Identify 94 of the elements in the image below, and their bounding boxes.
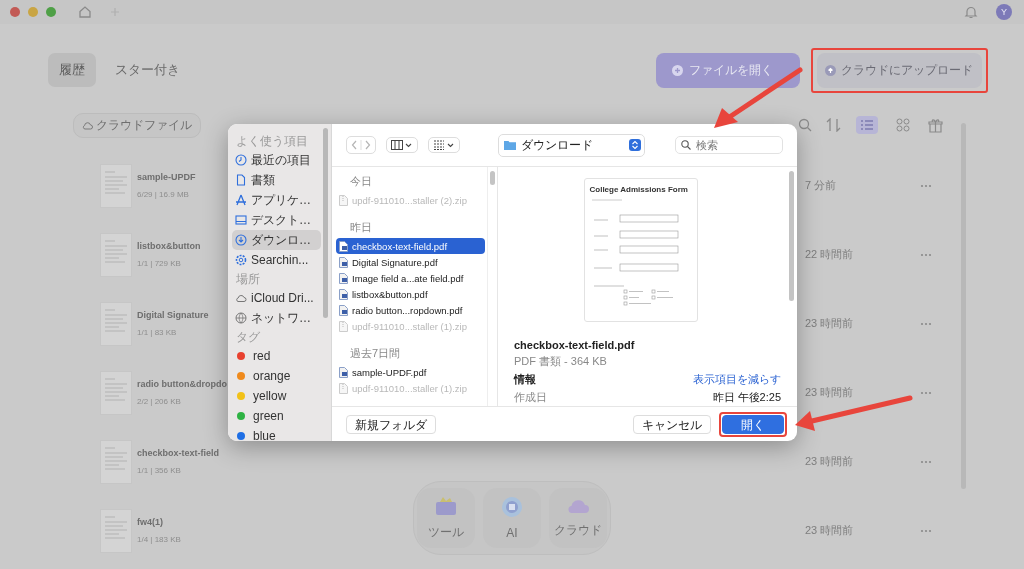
- column-view-button[interactable]: [386, 137, 418, 153]
- grid-icon: [896, 118, 910, 132]
- zip-file-icon: [339, 194, 348, 206]
- modified-time: 23 時間前: [805, 316, 854, 331]
- file-item[interactable]: Digital Signature.pdf: [336, 254, 485, 270]
- list-view-button[interactable]: [856, 116, 878, 134]
- dialog-button[interactable]: 開く: [722, 414, 784, 434]
- file-item[interactable]: radio button...ropdown.pdf: [336, 302, 485, 318]
- pdf-file-icon: [339, 288, 348, 300]
- sidebar-item[interactable]: blue: [232, 426, 321, 441]
- group-heading: 過去7日間: [349, 345, 402, 361]
- ai-icon: [501, 496, 523, 518]
- sidebar-item[interactable]: red: [232, 346, 321, 366]
- gear-icon: [235, 254, 247, 266]
- sidebar-item[interactable]: iCloud Dri...: [232, 288, 321, 308]
- desktop-icon: [235, 214, 247, 226]
- bell-icon[interactable]: [964, 5, 978, 19]
- tab[interactable]: 履歴: [48, 53, 96, 87]
- show-less-link[interactable]: 表示項目を減らす: [693, 372, 781, 387]
- dialog-button[interactable]: キャンセル: [633, 414, 711, 434]
- sidebar-item[interactable]: green: [232, 406, 321, 426]
- home-icon[interactable]: [78, 5, 92, 19]
- zip-file-icon: [339, 382, 348, 394]
- more-icon[interactable]: [920, 528, 932, 533]
- location-dropdown[interactable]: ダウンロード: [498, 133, 645, 157]
- more-icon[interactable]: [920, 183, 932, 188]
- toolbox-icon: [435, 495, 457, 516]
- modified-time: 7 分前: [805, 178, 837, 193]
- group-heading: 今日: [349, 173, 373, 189]
- search-field[interactable]: 検索: [675, 136, 783, 154]
- pdf-file-icon: [339, 304, 348, 316]
- pdf-file-icon: [339, 272, 348, 284]
- updown-icon: [629, 139, 641, 151]
- document-icon: [235, 174, 247, 186]
- sidebar-heading: タグ: [235, 328, 261, 346]
- folder-icon: [504, 140, 516, 150]
- file-item[interactable]: Image field a...ate field.pdf: [336, 270, 485, 286]
- group-view-button[interactable]: [428, 137, 460, 153]
- pdf-file-icon: [339, 256, 348, 268]
- close-button[interactable]: [10, 7, 20, 17]
- file-name: checkbox-text-field.pdf: [514, 339, 636, 351]
- maximize-button[interactable]: [46, 7, 56, 17]
- search-icon: [681, 140, 691, 150]
- pdf-file-icon: [339, 366, 348, 378]
- file-item[interactable]: checkbox-text-field.pdf: [336, 238, 485, 254]
- upload-icon: [825, 64, 836, 76]
- modified-time: 23 時間前: [805, 454, 854, 469]
- info-label: 作成日: [514, 390, 547, 405]
- list-icon: [860, 119, 874, 131]
- sidebar-item[interactable]: 書類: [232, 170, 321, 190]
- tab[interactable]: スター付き: [104, 53, 191, 87]
- zip-file-icon: [339, 320, 348, 332]
- search-icon[interactable]: [798, 118, 812, 132]
- scrollbar[interactable]: [789, 171, 794, 301]
- sidebar-item[interactable]: Searchin...: [232, 250, 321, 270]
- download-icon: [235, 234, 247, 246]
- sort-icon[interactable]: [826, 118, 842, 132]
- group-heading: 昨日: [349, 219, 373, 235]
- more-icon[interactable]: [920, 459, 932, 464]
- modified-time: 23 時間前: [805, 385, 854, 400]
- apps-icon: [235, 194, 247, 206]
- document-title: College Admissions Form: [589, 185, 689, 194]
- back-forward-buttons[interactable]: [346, 136, 376, 154]
- more-icon[interactable]: [920, 321, 932, 326]
- sidebar-item[interactable]: デスクト…: [232, 210, 321, 230]
- info-value: 昨日 午後2:25: [712, 390, 781, 405]
- sidebar-heading: よく使う項目: [235, 132, 309, 150]
- pdf-file-icon: [339, 240, 348, 252]
- more-icon[interactable]: [920, 390, 932, 395]
- sidebar-heading: 場所: [235, 270, 261, 288]
- cloud-icon: [82, 120, 93, 130]
- sidebar-item[interactable]: orange: [232, 366, 321, 386]
- modified-time: 22 時間前: [805, 247, 854, 262]
- gift-icon[interactable]: [928, 117, 943, 133]
- sidebar-item[interactable]: 最近の項目: [232, 150, 321, 170]
- minimize-button[interactable]: [28, 7, 38, 17]
- sidebar-item[interactable]: ダウンロ…: [232, 230, 321, 250]
- scrollbar[interactable]: [490, 171, 495, 185]
- sidebar-item[interactable]: アプリケ…: [232, 190, 321, 210]
- info-heading: 情報: [514, 372, 536, 387]
- sidebar-item[interactable]: yellow: [232, 386, 321, 406]
- file-item[interactable]: listbox&button.pdf: [336, 286, 485, 302]
- more-icon[interactable]: [920, 252, 932, 257]
- sidebar-item[interactable]: ネットワ…: [232, 308, 321, 328]
- globe-icon: [235, 312, 247, 324]
- cloud-icon: [566, 497, 590, 514]
- modified-time: 23 時間前: [805, 523, 854, 538]
- clock-icon: [235, 154, 247, 166]
- file-type-size: PDF 書類 - 364 KB: [514, 354, 608, 369]
- file-item[interactable]: sample-UPDF.pdf: [336, 364, 485, 380]
- cloud-icon: [235, 292, 247, 304]
- plus-icon: [672, 64, 683, 76]
- scrollbar[interactable]: [323, 128, 328, 318]
- dialog-button[interactable]: 新規フォルダ: [346, 414, 436, 434]
